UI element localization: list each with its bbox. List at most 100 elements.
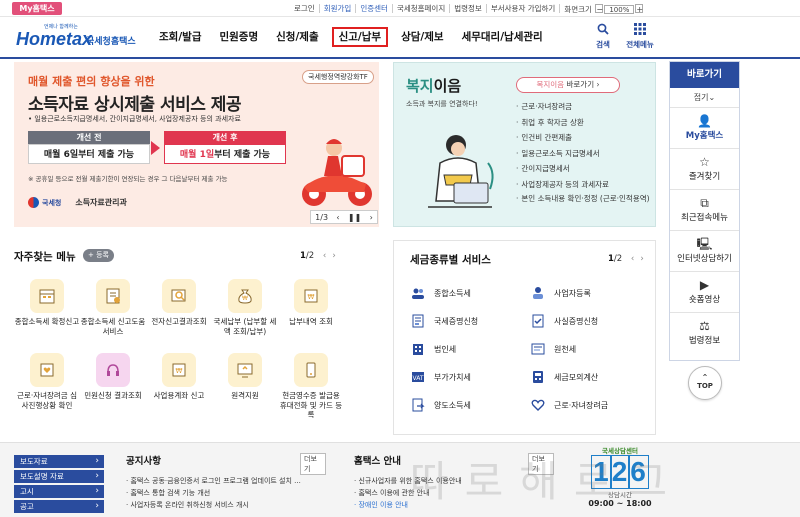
- announcement-link[interactable]: 공고: [14, 500, 104, 513]
- tax-type-item[interactable]: 종합소득세: [410, 281, 471, 305]
- after-text: 부터 제출 가능: [214, 150, 271, 160]
- signup-link[interactable]: 회원가입: [320, 4, 357, 13]
- frequent-menu-item[interactable]: ₩ 국세납부 (납부할 세액 조회/납부): [212, 279, 278, 336]
- frequent-menu-item[interactable]: ₩ 사업용계좌 신고: [146, 353, 212, 401]
- all-menu-button[interactable]: 전체메뉴: [622, 23, 658, 50]
- banner-comparison: 개선 전 매월 6일부터 제출 가능 개선 후 매월 1일부터 제출 가능: [28, 131, 290, 167]
- sidebar-item-label: 최근접속메뉴: [681, 213, 728, 223]
- info-item[interactable]: 신규사업자를 위한 홈택스 이용안내: [354, 475, 554, 487]
- welfare-item[interactable]: 사업장제공자 등의 과세자료: [516, 177, 650, 193]
- welfare-go-label: 바로가기 ›: [564, 80, 600, 89]
- frequent-menu-item[interactable]: 전자신고결과조회: [146, 279, 212, 327]
- welfare-item[interactable]: 본인 소득내용 확인·정정 (근로·인적용역): [516, 192, 649, 214]
- dept-user-join-link[interactable]: 부서사용자 가입하기: [487, 4, 561, 13]
- sidebar-item-law-info[interactable]: ⚖ 법령정보: [670, 313, 739, 354]
- welfare-list: 근로·자녀장려금 취업 후 학자금 상환 인건비 간편제출 일용근로소득 지급명…: [516, 99, 650, 214]
- tax-type-item[interactable]: 원천세: [530, 337, 576, 361]
- notice-more-button[interactable]: 더보기: [300, 453, 326, 475]
- frequent-menu-item[interactable]: 원격지원: [212, 353, 278, 401]
- notification-link[interactable]: 고시: [14, 485, 104, 498]
- tax-type-item[interactable]: 법인세: [410, 337, 456, 361]
- login-link[interactable]: 로그인: [290, 4, 320, 13]
- sidebar-item-online-consult[interactable]: 🖳 인터넷상담하기: [670, 231, 739, 272]
- zoom-in-button[interactable]: +: [635, 3, 644, 14]
- banner-note: ※ 공휴일 등으로 전월 제출기한이 연장되는 경우 그 다음날부터 제출 가능: [28, 175, 228, 183]
- main-banner[interactable]: 국세행정역량강화TF 매월 제출 편의 향상을 위한 소득자료 상시제출 서비스…: [14, 62, 379, 227]
- welfare-item[interactable]: 일용근로소득 지급명세서: [516, 146, 650, 162]
- tax-type-item[interactable]: 국세증명신청: [410, 309, 478, 333]
- next-arrow-icon[interactable]: ›: [370, 213, 373, 222]
- nav-apply-submit[interactable]: 신청/제출: [267, 27, 327, 47]
- my-hometax-badge[interactable]: My홈택스: [12, 2, 62, 15]
- tax-type-pager: 1/2 ‹ ›: [608, 254, 644, 264]
- nav-inquiry-issue[interactable]: 조회/발급: [150, 27, 210, 47]
- notice-item[interactable]: 사업자등록 온라인 취하신청 서비스 개시: [126, 499, 326, 511]
- press-explain-link[interactable]: 보도설명 자료: [14, 470, 104, 483]
- frequent-menu-section: 자주찾는 메뉴 + 등록 1/2 ‹ › 종합소득세 확정신고 종합소득세 신고도…: [14, 245, 379, 435]
- before-text: 매월 6일부터 제출 가능: [28, 144, 150, 164]
- zoom-out-button[interactable]: −: [595, 3, 604, 14]
- frequent-menu-item[interactable]: 종합소득세 확정신고: [14, 279, 80, 327]
- computer-icon: 🖳: [696, 237, 713, 251]
- tax-type-item[interactable]: 근로·자녀장려금: [530, 393, 608, 417]
- frequent-menu-item[interactable]: 근로·자녀장려금 심사진행상황 확인: [14, 353, 80, 410]
- welfare-item[interactable]: 취업 후 학자금 상환: [516, 115, 650, 131]
- tax-type-item[interactable]: 사실증명신청: [530, 309, 598, 333]
- nav-report-pay[interactable]: 신고/납부: [331, 27, 389, 47]
- sidebar-item-recent-menu[interactable]: ⧉ 최근접속메뉴: [670, 190, 739, 231]
- info-more-button[interactable]: 더보기: [528, 453, 554, 475]
- call-hours: 09:00 ~ 18:00: [588, 499, 652, 508]
- law-info-link[interactable]: 법령정보: [450, 4, 487, 13]
- call-center-info: 국세상담센터 126 상담시간 09:00 ~ 18:00: [585, 445, 655, 517]
- notice-item[interactable]: 홈택스 공동·금융인증서 로그인 프로그램 업데이트 설치 ...: [126, 475, 326, 487]
- sidebar-item-label: 숏폼영상: [688, 295, 721, 305]
- sidebar-fold-button[interactable]: 접기⌄: [670, 88, 739, 108]
- welfare-title-b: 이음: [433, 77, 462, 95]
- welfare-go-button[interactable]: 복지이음 바로가기 ›: [516, 77, 620, 93]
- search-icon: [597, 23, 609, 35]
- frequent-menu-item[interactable]: ₩ 납부내역 조회: [278, 279, 344, 327]
- sidebar-item-favorites[interactable]: ☆ 즐겨찾기: [670, 149, 739, 190]
- nav-tax-agent[interactable]: 세무대리/납세관리: [453, 27, 552, 47]
- tax-type-item[interactable]: 양도소득세: [410, 393, 471, 417]
- tax-type-label: 부가가치세: [434, 372, 471, 382]
- prev-arrow-icon[interactable]: ‹: [336, 213, 339, 222]
- banner-page-count: 1/3: [315, 212, 329, 222]
- accessibility-info-link[interactable]: 장애인 이용 안내: [354, 499, 554, 511]
- tax-type-item[interactable]: 세금모의계산: [530, 365, 598, 389]
- welfare-item[interactable]: 인건비 간편제출: [516, 130, 650, 146]
- press-release-link[interactable]: 보도자료: [14, 455, 104, 468]
- pause-icon[interactable]: ❚❚: [348, 213, 361, 222]
- nts-homepage-link[interactable]: 국세청홈페이지: [393, 4, 451, 13]
- frequent-menu-item[interactable]: 현금영수증 발급용 휴대전화 및 카드 등록: [278, 353, 344, 420]
- banner-title: 소득자료 상시제출 서비스 제공: [28, 95, 242, 115]
- register-button[interactable]: + 등록: [83, 249, 114, 262]
- scroll-top-button[interactable]: ⌃ TOP: [688, 366, 722, 400]
- nav-consult-report[interactable]: 상담/제보: [392, 27, 452, 47]
- search-button[interactable]: 검색: [590, 23, 616, 50]
- cert-center-link[interactable]: 인증센터: [356, 4, 393, 13]
- sidebar-item-short-video[interactable]: ▶ 숏폼영상: [670, 272, 739, 313]
- prev-arrow-icon[interactable]: ‹: [323, 251, 326, 261]
- next-arrow-icon[interactable]: ›: [332, 251, 335, 261]
- user-icon: 👤: [697, 114, 712, 128]
- svg-text:VAT: VAT: [412, 375, 423, 382]
- frequent-menu-item[interactable]: 종합소득세 신고도움 서비스: [80, 279, 146, 336]
- frequent-menu-item[interactable]: 민원신청 결과조회: [80, 353, 146, 401]
- info-item[interactable]: 홈택스 이용에 관한 안내: [354, 487, 554, 499]
- tax-type-item[interactable]: 사업자등록: [530, 281, 591, 305]
- prev-arrow-icon[interactable]: ‹: [631, 254, 634, 264]
- notice-item[interactable]: 홈택스 통합 검색 기능 개선: [126, 487, 326, 499]
- hometax-logo[interactable]: 언제나 함께하는 Hometax 국세청홈택스: [16, 23, 141, 53]
- welfare-item[interactable]: 간이지급명세서: [516, 161, 650, 177]
- banner-headline: 매월 제출 편의 향상을 위한: [28, 75, 155, 88]
- tax-type-label: 사업자등록: [554, 288, 591, 298]
- welfare-item[interactable]: 근로·자녀장려금: [516, 99, 650, 115]
- sidebar-item-my-hometax[interactable]: 👤 My홈택스: [670, 108, 739, 149]
- tax-type-item[interactable]: VAT 부가가치세: [410, 365, 471, 389]
- next-arrow-icon[interactable]: ›: [640, 254, 643, 264]
- nav-civil-cert[interactable]: 민원증명: [210, 27, 267, 47]
- calendar-doc-icon: [30, 279, 64, 313]
- star-icon: ☆: [699, 155, 710, 169]
- header: 언제나 함께하는 Hometax 국세청홈택스 조회/발급 민원증명 신청/제출…: [0, 17, 800, 59]
